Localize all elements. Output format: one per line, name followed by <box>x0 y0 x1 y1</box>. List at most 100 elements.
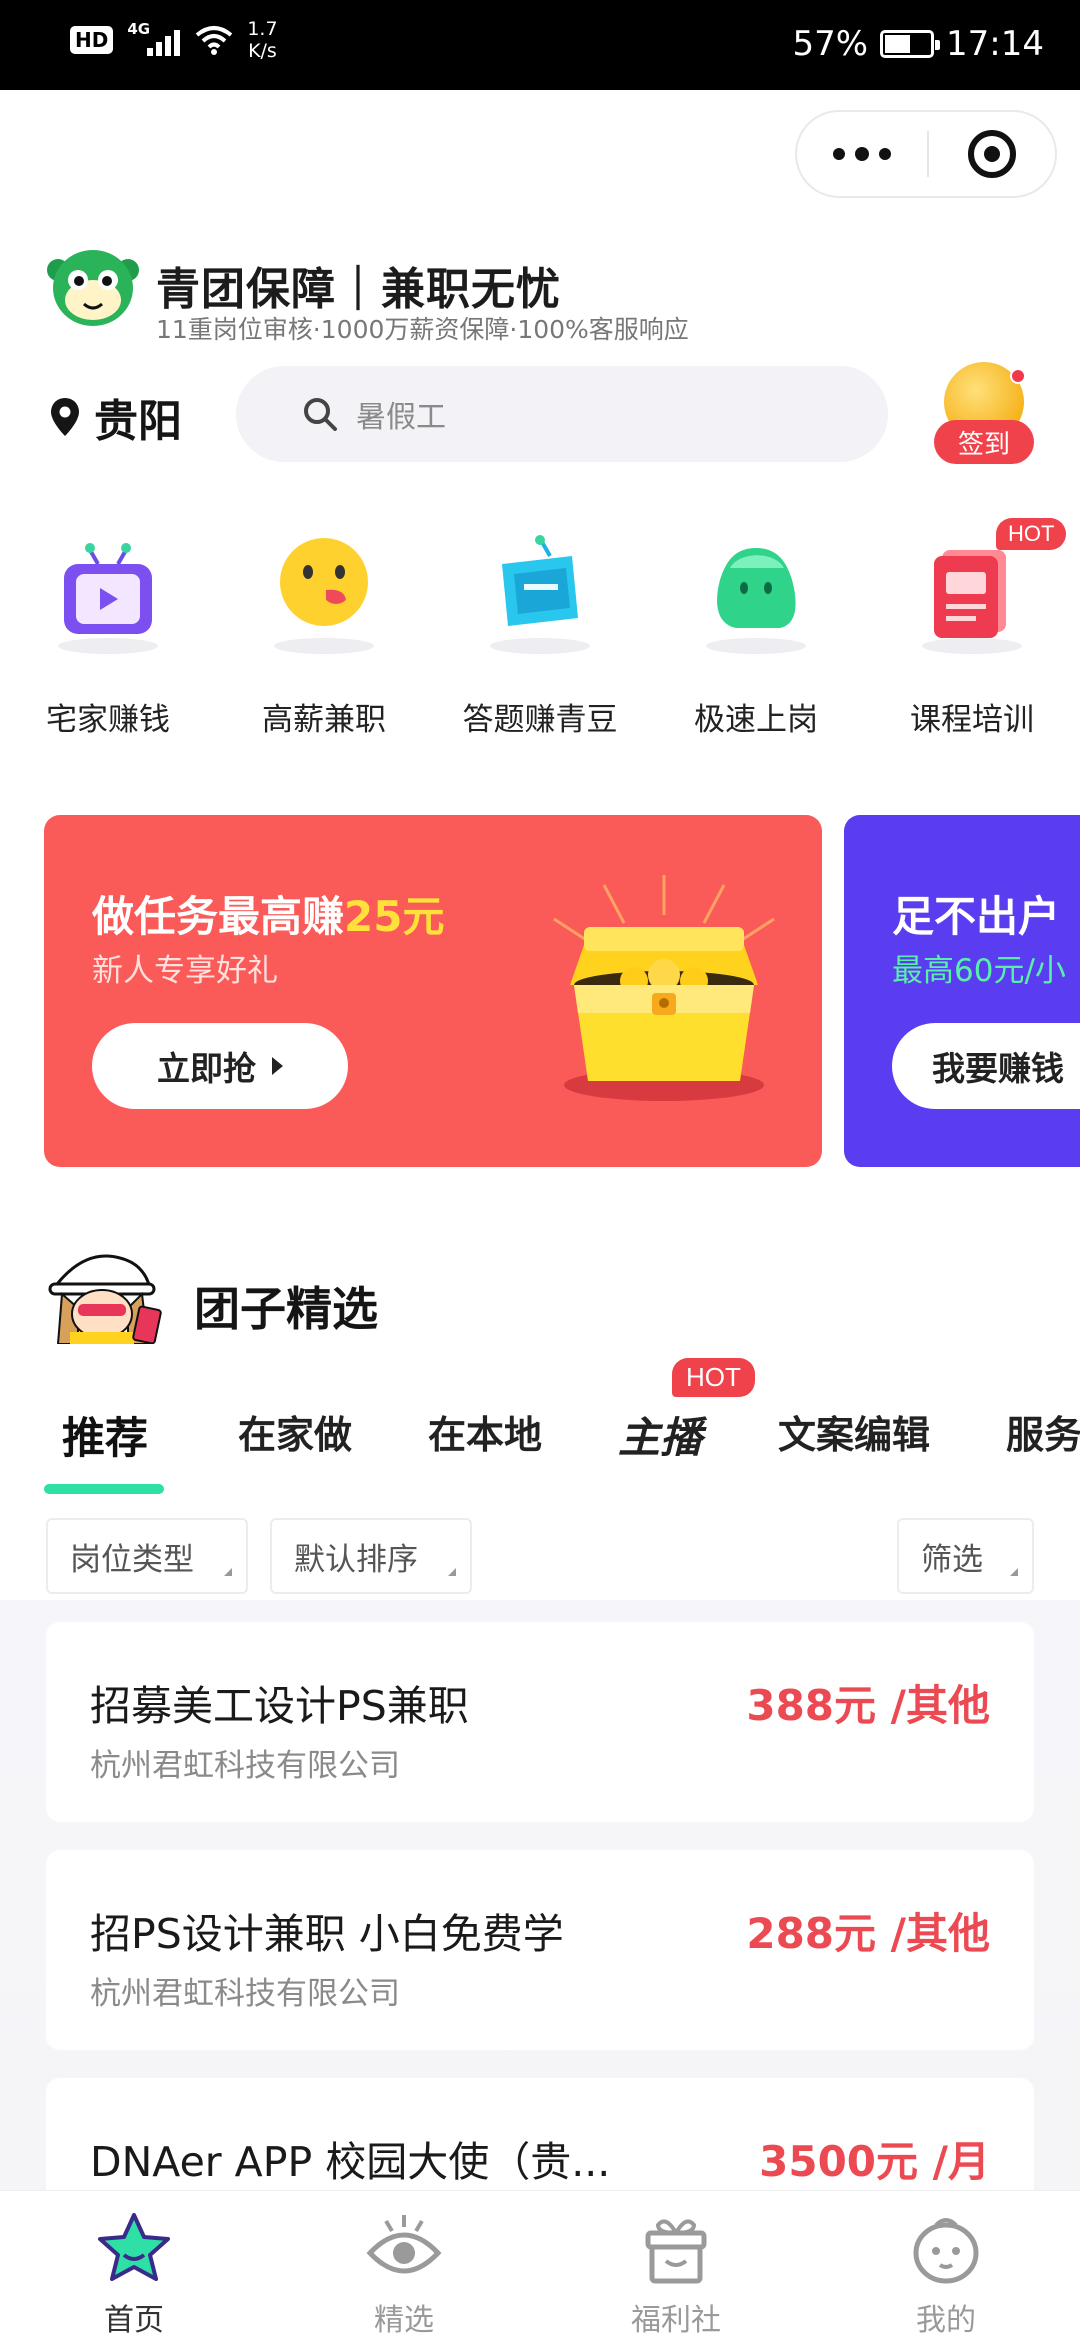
nav-featured[interactable]: 精选 <box>304 2209 504 2339</box>
grab-now-button[interactable]: 立即抢 <box>92 1023 348 1109</box>
miniprogram-capsule <box>795 110 1057 198</box>
job-card[interactable]: 招募美工设计PS兼职 杭州君虹科技有限公司 388元 /其他 <box>46 1622 1034 1822</box>
category-item-fast-onboard[interactable]: 极速上岗 <box>648 520 864 739</box>
filter-row: 岗位类型 默认排序 筛选 <box>0 1516 1080 1606</box>
brand-subtitle: 11重岗位审核·1000万薪资保障·100%客服响应 <box>156 315 689 344</box>
nav-profile[interactable]: 我的 <box>846 2209 1046 2339</box>
checkin-label: 签到 <box>934 420 1034 464</box>
category-item-training[interactable]: HOT 课程培训 <box>864 518 1080 739</box>
hot-badge: HOT <box>996 518 1067 550</box>
job-type-label: 岗位类型 <box>70 1541 194 1578</box>
tab-copywriting[interactable]: 文案编辑 <box>778 1404 930 1459</box>
job-pay: 388元 /其他 <box>746 1681 990 1730</box>
banner-title-highlight: 25元 <box>344 892 445 941</box>
job-title: DNAer APP 校园大使（贵... <box>90 2138 611 2186</box>
status-right: 57% 17:14 <box>792 24 1044 64</box>
wifi-icon <box>196 26 233 55</box>
nav-home[interactable]: 首页 <box>34 2209 234 2339</box>
target-icon <box>968 130 1016 178</box>
location-pin-icon <box>51 398 79 436</box>
nav-label: 我的 <box>916 2303 976 2338</box>
hd-badge: HD <box>70 26 114 54</box>
notification-dot <box>1010 368 1026 384</box>
category-item-quiz[interactable]: 答题赚青豆 <box>432 520 648 739</box>
job-category-tabs: 推荐 在家做 在本地 主播 HOT 文案编辑 服务 <box>0 1358 1080 1510</box>
category-item-high-pay[interactable]: 高薪兼职 <box>216 520 432 739</box>
filter-label: 筛选 <box>921 1541 983 1578</box>
face-icon <box>913 2218 979 2284</box>
job-company: 杭州君虹科技有限公司 <box>90 1748 400 1784</box>
tab-recommend[interactable]: 推荐 <box>62 1404 148 1466</box>
checkin-button[interactable]: 签到 <box>932 360 1036 470</box>
hot-badge: HOT <box>672 1358 755 1397</box>
job-card[interactable]: 招PS设计兼职 小白免费学 杭州君虹科技有限公司 288元 /其他 <box>46 1850 1034 2050</box>
signal-icon: 4G <box>127 20 181 60</box>
battery-icon <box>880 30 941 58</box>
grab-now-label: 立即抢 <box>157 1049 256 1088</box>
mascot-logo-icon <box>47 250 139 326</box>
promo-banner-task[interactable]: 做任务最高赚25元 新人专享好礼 立即抢 <box>44 815 822 1167</box>
speed-unit: K/s <box>248 40 277 62</box>
earn-money-button[interactable]: 我要赚钱 <box>892 1023 1080 1109</box>
speed-value: 1.7 <box>247 18 278 40</box>
tab-service[interactable]: 服务 <box>1006 1404 1080 1459</box>
job-pay: 288元 /其他 <box>746 1909 990 1958</box>
promo-banner-home-earn[interactable]: 足不出户 最高60元/小 我要赚钱 <box>844 815 1080 1167</box>
category-label: 极速上岗 <box>694 702 818 738</box>
clock: 17:14 <box>946 24 1044 64</box>
banner-title: 做任务最高赚25元 <box>92 883 444 944</box>
location-city: 贵阳 <box>94 396 182 447</box>
job-pay: 3500元 /月 <box>759 2137 990 2186</box>
category-label: 宅家赚钱 <box>46 702 170 738</box>
category-label: 答题赚青豆 <box>462 702 618 738</box>
search-icon <box>304 398 337 431</box>
sort-filter[interactable]: 默认排序 <box>270 1518 472 1594</box>
active-tab-indicator <box>44 1484 164 1494</box>
nav-label: 福利社 <box>631 2303 721 2338</box>
battery-percent: 57% <box>792 24 869 64</box>
dropdown-corner-icon <box>224 1568 232 1576</box>
earn-money-label: 我要赚钱 <box>932 1049 1064 1088</box>
treasure-chest-icon <box>553 875 775 1101</box>
nav-label: 精选 <box>374 2303 434 2338</box>
star-home-icon <box>98 2213 170 2281</box>
location-selector[interactable]: 贵阳 <box>50 385 182 449</box>
job-type-filter[interactable]: 岗位类型 <box>46 1518 248 1594</box>
job-list: 招募美工设计PS兼职 杭州君虹科技有限公司 388元 /其他 招PS设计兼职 小… <box>0 1600 1080 2278</box>
tab-local[interactable]: 在本地 <box>428 1404 542 1459</box>
tab-streamer[interactable]: 主播 <box>618 1404 702 1465</box>
network-type: 4G <box>127 20 151 38</box>
more-menu-button[interactable] <box>797 112 927 196</box>
tab-work-at-home[interactable]: 在家做 <box>238 1404 352 1459</box>
play-arrow-icon <box>272 1057 283 1075</box>
job-company: 杭州君虹科技有限公司 <box>90 1976 400 2012</box>
battery-fill <box>885 35 911 53</box>
girl-mascot-icon <box>48 1254 162 1344</box>
section-header: 团子精选 <box>44 1248 378 1344</box>
job-title: 招PS设计兼职 小白免费学 <box>90 1910 564 1958</box>
filter-button[interactable]: 筛选 <box>897 1518 1034 1594</box>
banner-subtitle: 新人专享好礼 <box>92 953 278 989</box>
category-label: 高薪兼职 <box>262 702 386 738</box>
category-label: 课程培训 <box>910 702 1034 738</box>
dropdown-corner-icon <box>448 1568 456 1576</box>
category-grid: 宅家赚钱 高薪兼职 答题赚青豆 极速上岗 HOT 课程培训 <box>0 518 1080 740</box>
dropdown-corner-icon <box>1010 1568 1018 1576</box>
search-bar[interactable]: 暑假工 <box>236 366 888 462</box>
brand-title: 青团保障｜兼职无忧 <box>156 264 561 315</box>
job-title: 招募美工设计PS兼职 <box>90 1682 469 1730</box>
sort-label: 默认排序 <box>294 1541 418 1578</box>
category-item-work-from-home[interactable]: 宅家赚钱 <box>0 520 216 739</box>
nav-welfare[interactable]: 福利社 <box>576 2209 776 2339</box>
banner-title-prefix: 做任务最高赚 <box>92 892 345 941</box>
bottom-navigation: 首页 精选 福利社 我的 <box>0 2190 1080 2340</box>
section-title: 团子精选 <box>194 1282 378 1336</box>
search-placeholder: 暑假工 <box>356 400 446 435</box>
status-left: HD 4G 1.7 K/s <box>70 18 278 62</box>
nav-label: 首页 <box>104 2303 164 2338</box>
status-bar: HD 4G 1.7 K/s 57% 17:14 <box>0 0 1080 90</box>
eye-icon <box>366 2215 442 2274</box>
banner-title: 足不出户 <box>892 892 1061 941</box>
close-miniprogram-button[interactable] <box>929 130 1055 178</box>
network-speed: 1.7 K/s <box>247 18 277 62</box>
